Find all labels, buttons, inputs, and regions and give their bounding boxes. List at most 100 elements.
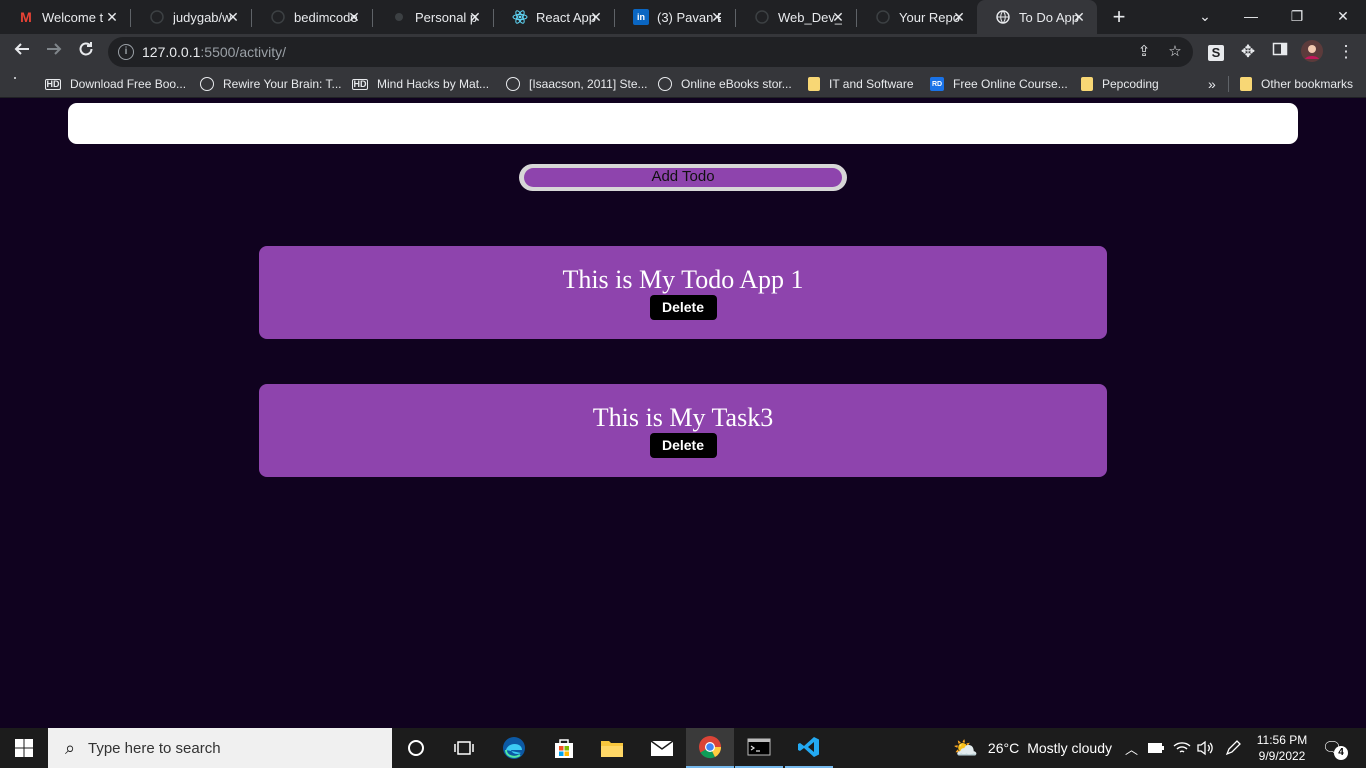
profile-button[interactable] [1300, 40, 1324, 64]
todo-text: This is My Task3 [592, 403, 774, 432]
vscode-button[interactable] [785, 728, 833, 768]
tab-search-button[interactable]: ⌄ [1182, 0, 1228, 34]
edge-icon [503, 737, 525, 759]
date: 9/9/2022 [1258, 749, 1306, 763]
extensions-button[interactable]: ✥ [1236, 40, 1260, 64]
github-icon [149, 9, 165, 25]
tab-react-app[interactable]: React App ✕ [494, 0, 614, 34]
hd-icon: HD [352, 78, 368, 90]
tab-web-dev[interactable]: Web_Dev_ ✕ [736, 0, 856, 34]
puzzle-icon: ✥ [1240, 42, 1256, 61]
bookmark-online-ebooks[interactable]: Online eBooks stor... [658, 75, 792, 93]
taskbar-search-box[interactable]: ⌕ Type here to search [48, 728, 392, 768]
reload-button[interactable] [74, 40, 98, 64]
extension-s-button[interactable]: S [1204, 40, 1228, 64]
forward-arrow-icon [47, 43, 62, 55]
tab-gmail[interactable]: M Welcome t ✕ [0, 0, 130, 34]
mail-button[interactable] [638, 728, 686, 768]
tab-linkedin[interactable]: in (3) Pavan B ✕ [615, 0, 735, 34]
clock[interactable]: 11:56 PM 9/9/2022 [1250, 732, 1314, 764]
tab-judygab[interactable]: judygab/w ✕ [131, 0, 251, 34]
menu-button[interactable]: ⋮ [1334, 40, 1358, 64]
s-icon: S [1208, 45, 1224, 61]
close-icon[interactable]: ✕ [1071, 9, 1087, 25]
bookmark-label: Download Free Boo... [70, 77, 187, 91]
gmail-icon: M [20, 9, 32, 25]
bookmarks-overflow-button[interactable]: » [1208, 75, 1216, 93]
close-icon[interactable]: ✕ [951, 9, 967, 25]
folder-icon [601, 741, 623, 757]
volume-icon [1197, 740, 1213, 756]
forward-button[interactable] [42, 40, 66, 64]
battery-button[interactable] [1147, 728, 1165, 768]
close-icon[interactable]: ✕ [467, 9, 483, 25]
show-hidden-icons-button[interactable]: ︿ [1125, 728, 1138, 768]
bookmark-label: Rewire Your Brain: T... [223, 77, 342, 91]
todo-input[interactable] [68, 103, 1298, 144]
cortana-button[interactable] [392, 728, 440, 768]
terminal-button[interactable] [735, 728, 783, 768]
edge-button[interactable] [490, 728, 538, 768]
windows-icon [15, 739, 33, 757]
close-icon[interactable]: ✕ [830, 9, 846, 25]
volume-button[interactable] [1196, 728, 1214, 768]
apps-globe-icon[interactable] [14, 77, 16, 79]
file-explorer-button[interactable] [588, 728, 636, 768]
search-icon: ⌕ [64, 738, 76, 758]
folder-icon [1240, 77, 1252, 91]
side-panel-button[interactable] [1268, 40, 1292, 64]
github-icon [754, 9, 770, 25]
bookmark-free-online-courses[interactable]: RD Free Online Course... [930, 75, 1068, 93]
bookmark-folder-it-software[interactable]: IT and Software [808, 75, 914, 93]
pen-button[interactable] [1224, 728, 1242, 768]
weather-temp: 26°C [987, 740, 1020, 756]
url-text[interactable]: 127.0.0.1:5500/activity/ [142, 44, 286, 60]
wifi-button[interactable] [1173, 728, 1191, 768]
avatar [1301, 40, 1323, 62]
weather-widget[interactable]: ⛅ 26°C Mostly cloudy [953, 728, 1112, 768]
notification-center-button[interactable]: 🗨 4 [1322, 738, 1348, 760]
chrome-button[interactable] [686, 728, 734, 768]
close-icon[interactable]: ✕ [709, 9, 725, 25]
minimize-button[interactable]: — [1228, 0, 1274, 34]
tab-your-repo[interactable]: Your Repo ✕ [857, 0, 977, 34]
tab-strip: M Welcome t ✕ judygab/w ✕ bedimcode ✕ Pe… [0, 0, 1366, 34]
tab-personal[interactable]: Personal p ✕ [373, 0, 493, 34]
share-icon[interactable]: ⇪ [1135, 43, 1153, 61]
time: 11:56 PM [1256, 733, 1308, 747]
delete-button[interactable]: Delete [649, 295, 717, 320]
delete-button[interactable]: Delete [649, 433, 717, 458]
tab-bedimcode[interactable]: bedimcode ✕ [252, 0, 372, 34]
bookmark-label: Pepcoding [1102, 77, 1159, 91]
close-icon[interactable]: ✕ [225, 9, 241, 25]
new-tab-button[interactable]: + [1108, 6, 1130, 28]
todo-item: This is My Task3 Delete [259, 384, 1107, 477]
start-button[interactable] [0, 728, 48, 768]
info-icon[interactable]: i [118, 44, 134, 60]
bookmarks-bar: HD Download Free Boo... Rewire Your Brai… [0, 70, 1366, 98]
bookmark-download-free-books[interactable]: HD Download Free Boo... [45, 75, 186, 93]
weather-desc: Mostly cloudy [1027, 740, 1112, 756]
star-icon[interactable]: ☆ [1166, 43, 1184, 61]
task-view-button[interactable] [440, 728, 488, 768]
globe-icon [506, 77, 520, 91]
terminal-icon [747, 738, 771, 756]
close-window-button[interactable]: ✕ [1320, 0, 1366, 34]
tab-to-do-app[interactable]: To Do App ✕ [977, 0, 1097, 34]
bookmark-folder-pepcoding[interactable]: Pepcoding [1081, 75, 1159, 93]
bookmark-mind-hacks[interactable]: HD Mind Hacks by Mat... [352, 75, 489, 93]
bookmark-label: [Isaacson, 2011] Ste... [529, 77, 648, 91]
close-icon[interactable]: ✕ [346, 9, 362, 25]
store-button[interactable] [540, 728, 588, 768]
bookmark-isaacson[interactable]: [Isaacson, 2011] Ste... [506, 75, 648, 93]
close-icon[interactable]: ✕ [588, 9, 604, 25]
address-bar[interactable]: i 127.0.0.1:5500/activity/ ⇪ ☆ [108, 37, 1193, 67]
add-todo-button[interactable]: Add Todo [519, 164, 847, 191]
back-button[interactable] [10, 40, 34, 64]
wifi-icon [1173, 742, 1191, 753]
close-icon[interactable]: ✕ [104, 9, 120, 25]
bookmark-rewire-your-brain[interactable]: Rewire Your Brain: T... [200, 75, 342, 93]
bookmark-folder-other[interactable]: Other bookmarks [1240, 75, 1353, 93]
todo-item: This is My Todo App 1 Delete [259, 246, 1107, 339]
restore-button[interactable]: ❐ [1274, 0, 1320, 34]
